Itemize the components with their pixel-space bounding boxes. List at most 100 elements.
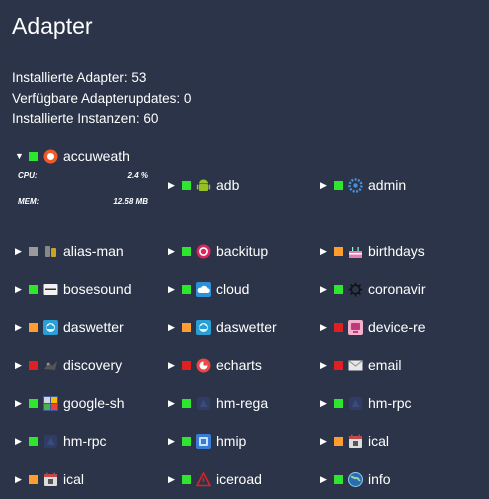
expand-arrow-icon[interactable]: ▶ xyxy=(168,322,179,333)
adapter-name: adb xyxy=(216,177,240,193)
expand-arrow-icon[interactable]: ▶ xyxy=(15,398,26,409)
adapter-item-ical[interactable]: ▶ ical xyxy=(320,430,389,452)
expand-arrow-icon[interactable]: ▶ xyxy=(168,360,179,371)
adapter-item-accuweath[interactable]: ▼ accuweath xyxy=(15,145,130,167)
adapter-item-hm-rpc[interactable]: ▶ hm-rpc xyxy=(15,430,107,452)
expand-arrow-icon[interactable]: ▶ xyxy=(15,436,26,447)
virus-icon xyxy=(348,282,363,297)
expand-arrow-icon[interactable]: ▶ xyxy=(320,322,331,333)
expand-arrow-icon[interactable]: ▶ xyxy=(15,284,26,295)
installed-adapters-count: Installierte Adapter: 53 xyxy=(12,70,147,85)
accuweather-metrics: CPU: 2.4 % MEM: 12.58 MB xyxy=(18,171,148,223)
adapter-item-info[interactable]: ▶ info xyxy=(320,468,391,490)
expand-arrow-icon[interactable]: ▶ xyxy=(168,284,179,295)
daswetter-icon xyxy=(43,319,58,335)
speaker-icon xyxy=(43,282,58,297)
adapter-item-hm-rega[interactable]: ▶ hm-rega xyxy=(168,392,268,414)
homematic-icon xyxy=(43,434,58,449)
adapter-item-adb[interactable]: ▶ adb xyxy=(168,174,239,196)
collapse-arrow-icon[interactable]: ▼ xyxy=(15,151,26,161)
expand-arrow-icon[interactable]: ▶ xyxy=(15,474,26,485)
expand-arrow-icon[interactable]: ▶ xyxy=(320,360,331,371)
expand-arrow-icon[interactable]: ▶ xyxy=(168,180,179,191)
calendar-icon xyxy=(43,472,58,487)
iceroad-warning-icon xyxy=(196,471,211,487)
status-indicator-red xyxy=(334,360,343,370)
echarts-icon xyxy=(196,358,211,373)
adapter-name: discovery xyxy=(63,357,123,373)
status-indicator-green xyxy=(334,398,343,408)
adapter-item-device-re[interactable]: ▶ device-re xyxy=(320,316,426,338)
adapter-item-backitup[interactable]: ▶ backitup xyxy=(168,240,268,262)
adapter-name: birthdays xyxy=(368,243,425,259)
adapter-name: cloud xyxy=(216,281,250,297)
adapter-item-cloud[interactable]: ▶ cloud xyxy=(168,278,249,300)
adapter-name: echarts xyxy=(216,357,262,373)
status-indicator-green xyxy=(29,151,38,161)
status-indicator-orange xyxy=(29,322,38,332)
adapter-item-echarts[interactable]: ▶ echarts xyxy=(168,354,262,376)
adapter-item-daswetter[interactable]: ▶ daswetter xyxy=(168,316,277,338)
adapter-name: hm-rega xyxy=(216,395,269,411)
info-globe-icon xyxy=(348,471,363,487)
page-title: Adapter xyxy=(12,13,93,39)
adapter-item-admin[interactable]: ▶ admin xyxy=(320,174,406,196)
admin-gear-icon xyxy=(348,177,363,193)
homematic-icon xyxy=(196,396,211,411)
status-indicator-green xyxy=(29,436,38,446)
status-indicator-green xyxy=(334,180,343,190)
status-indicator-green xyxy=(182,436,191,446)
status-indicator-gray xyxy=(29,246,38,256)
expand-arrow-icon[interactable]: ▶ xyxy=(320,284,331,295)
expand-arrow-icon[interactable]: ▶ xyxy=(320,180,331,191)
adapter-name: hm-rpc xyxy=(368,395,412,411)
expand-arrow-icon[interactable]: ▶ xyxy=(168,474,179,485)
cake-icon xyxy=(348,244,363,259)
status-indicator-orange xyxy=(29,474,38,484)
status-indicator-orange xyxy=(334,246,343,256)
expand-arrow-icon[interactable]: ▶ xyxy=(320,246,331,257)
google-sharedlocations-icon xyxy=(43,395,58,411)
adapter-item-bosesound[interactable]: ▶ bosesound xyxy=(15,278,132,300)
android-icon xyxy=(196,178,211,193)
status-indicator-red xyxy=(29,360,38,370)
adapter-item-discovery[interactable]: ▶ discovery xyxy=(15,354,122,376)
adapter-item-daswetter[interactable]: ▶ daswetter xyxy=(15,316,124,338)
expand-arrow-icon[interactable]: ▶ xyxy=(15,360,26,371)
expand-arrow-icon[interactable]: ▶ xyxy=(320,436,331,447)
cpu-label: CPU: xyxy=(18,171,38,180)
status-indicator-green xyxy=(182,284,191,294)
expand-arrow-icon[interactable]: ▶ xyxy=(320,474,331,485)
adapter-item-hmip[interactable]: ▶ hmip xyxy=(168,430,246,452)
device-reminder-icon xyxy=(348,319,363,335)
status-indicator-green xyxy=(182,246,191,256)
adapter-name: device-re xyxy=(368,319,426,335)
adapter-name: ical xyxy=(63,471,85,487)
adapter-item-ical[interactable]: ▶ ical xyxy=(15,468,84,490)
adapter-item-google-sh[interactable]: ▶ google-sh xyxy=(15,392,125,414)
cloud-icon xyxy=(196,281,211,297)
expand-arrow-icon[interactable]: ▶ xyxy=(15,322,26,333)
homematic-icon xyxy=(348,396,363,411)
adapter-item-birthdays[interactable]: ▶ birthdays xyxy=(320,240,425,262)
adapter-name: email xyxy=(368,357,402,373)
adapter-name: daswetter xyxy=(63,319,124,335)
mem-label: MEM: xyxy=(18,197,40,206)
adapter-item-alias-man[interactable]: ▶ alias-man xyxy=(15,240,124,262)
adapter-item-coronavir[interactable]: ▶ coronavir xyxy=(320,278,426,300)
calendar-icon xyxy=(348,434,363,449)
adapter-name: daswetter xyxy=(216,319,277,335)
expand-arrow-icon[interactable]: ▶ xyxy=(168,436,179,447)
expand-arrow-icon[interactable]: ▶ xyxy=(15,246,26,257)
adapter-item-hm-rpc[interactable]: ▶ hm-rpc xyxy=(320,392,412,414)
adapter-item-email[interactable]: ▶ email xyxy=(320,354,401,376)
status-indicator-green xyxy=(182,180,191,190)
expand-arrow-icon[interactable]: ▶ xyxy=(320,398,331,409)
accuweather-icon xyxy=(43,149,58,164)
expand-arrow-icon[interactable]: ▶ xyxy=(168,398,179,409)
adapter-item-iceroad[interactable]: ▶ iceroad xyxy=(168,468,262,490)
adapter-statistics: Installierte Adapter: 53 Verfügbare Adap… xyxy=(12,68,191,130)
mem-value: 12.58 MB xyxy=(113,197,148,206)
adapter-name: google-sh xyxy=(63,395,125,411)
expand-arrow-icon[interactable]: ▶ xyxy=(168,246,179,257)
